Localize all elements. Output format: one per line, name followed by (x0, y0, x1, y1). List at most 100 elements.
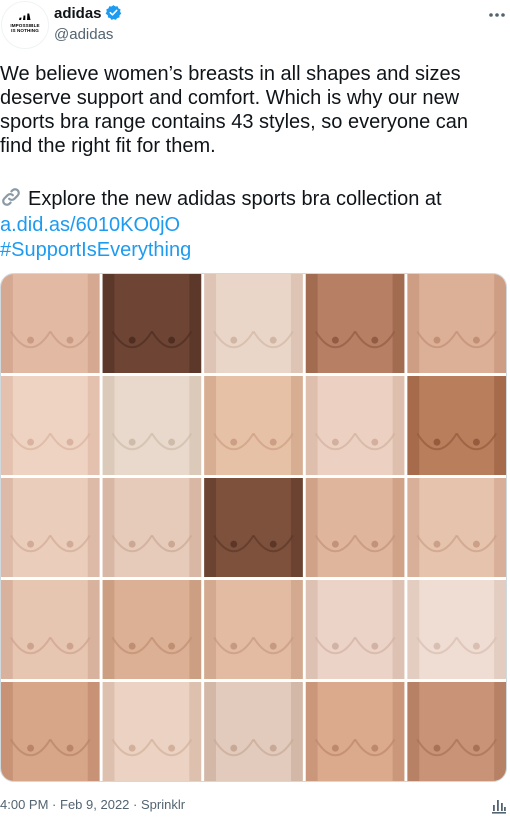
tile-dot (128, 744, 136, 752)
photo-tile[interactable] (1, 682, 100, 781)
tile-shade-right (494, 682, 506, 781)
photo-tile[interactable] (204, 274, 303, 373)
tile-dot (168, 744, 176, 752)
tile-dot (168, 438, 176, 446)
tile-shade-right (392, 478, 405, 577)
tile-shade-left (102, 682, 115, 781)
tile-shade-right (494, 478, 506, 577)
photo-tile[interactable] (1, 478, 100, 577)
tile-background (305, 274, 405, 373)
photo-tile[interactable] (407, 376, 506, 475)
photo-tile[interactable] (204, 478, 303, 577)
tile-shade-left (102, 478, 115, 577)
tile-dot (128, 438, 136, 446)
tile-shade-left (407, 580, 420, 679)
tile-background (305, 478, 405, 577)
photo-tile[interactable] (305, 376, 405, 475)
tile-background (102, 478, 202, 577)
tile-background (407, 274, 506, 373)
tile-background (407, 478, 506, 577)
photo-tile[interactable] (102, 580, 202, 679)
photo-tile[interactable] (305, 580, 405, 679)
handle[interactable]: @adidas (54, 25, 122, 44)
tile-dot (472, 744, 480, 752)
link-icon (2, 188, 20, 206)
tile-dot (128, 540, 136, 548)
tile-shade-right (87, 580, 100, 679)
tile-background (1, 274, 100, 373)
tweet-time[interactable]: 4:00 PM (0, 797, 48, 812)
tile-shade-right (392, 274, 405, 373)
tile-dot (472, 336, 480, 344)
tile-shade-left (204, 682, 217, 781)
photo-tile[interactable] (305, 682, 405, 781)
tile-shade-left (1, 376, 13, 475)
explore-text: Explore the new adidas sports bra collec… (28, 188, 442, 210)
tile-shade-left (305, 580, 318, 679)
photo-tile[interactable] (1, 274, 100, 373)
tile-shade-left (407, 274, 420, 373)
explore-line: Explore the new adidas sports bra collec… (0, 186, 506, 211)
tile-background (407, 580, 506, 679)
more-options-icon[interactable] (484, 4, 510, 26)
tile-background (305, 580, 405, 679)
image-collage[interactable] (1, 274, 506, 781)
tile-dot (230, 540, 238, 548)
tweet-image[interactable] (0, 273, 507, 782)
tile-background (102, 580, 202, 679)
tweet-meta: 4:00 PM · Feb 9, 2022 · Sprinklr (0, 796, 185, 814)
tile-shade-right (290, 274, 303, 373)
tile-dot (269, 744, 277, 752)
tile-dot (472, 642, 480, 650)
tile-shade-right (290, 376, 303, 475)
tile-shade-right (290, 580, 303, 679)
analytics-icon[interactable] (490, 797, 508, 815)
photo-tile[interactable] (204, 580, 303, 679)
tile-dot (371, 336, 379, 344)
photo-tile[interactable] (102, 682, 202, 781)
tweet-date[interactable]: Feb 9, 2022 (60, 797, 129, 812)
tile-shade-left (407, 478, 420, 577)
photo-tile[interactable] (407, 478, 506, 577)
hashtag-link[interactable]: #SupportIsEverything (0, 238, 191, 262)
tile-dot (27, 744, 35, 752)
tile-shade-right (494, 376, 506, 475)
tile-shade-right (189, 478, 202, 577)
photo-tile[interactable] (102, 274, 202, 373)
tile-background (204, 580, 303, 679)
display-name[interactable]: adidas (54, 4, 122, 23)
photo-tile[interactable] (407, 580, 506, 679)
photo-tile[interactable] (305, 274, 405, 373)
display-name-text[interactable]: adidas (54, 5, 102, 22)
photo-tile[interactable] (204, 682, 303, 781)
tweet-source[interactable]: Sprinklr (141, 797, 185, 812)
tile-background (1, 580, 100, 679)
tweet-body: We believe women’s breasts in all shapes… (0, 63, 469, 157)
photo-tile[interactable] (305, 478, 405, 577)
photo-tile[interactable] (407, 274, 506, 373)
tweet-header: IMPOSSIBLE IS NOTHING adidas @adidas (0, 0, 510, 52)
photo-tile[interactable] (407, 682, 506, 781)
tile-dot (371, 438, 379, 446)
photo-tile[interactable] (1, 580, 100, 679)
tile-dot (27, 540, 35, 548)
tile-background (1, 682, 100, 781)
tile-dot (433, 336, 441, 344)
photo-tile[interactable] (102, 478, 202, 577)
tile-dot (269, 540, 277, 548)
avatar[interactable]: IMPOSSIBLE IS NOTHING (1, 1, 49, 49)
photo-tile[interactable] (1, 376, 100, 475)
tile-background (1, 376, 100, 475)
tile-shade-left (305, 376, 318, 475)
tile-dot (66, 336, 74, 344)
tile-shade-left (1, 580, 13, 679)
tile-dot (472, 438, 480, 446)
tile-shade-left (1, 478, 13, 577)
photo-tile[interactable] (204, 376, 303, 475)
tile-dot (168, 336, 176, 344)
tile-shade-right (189, 580, 202, 679)
collection-link[interactable]: a.did.as/6010KO0jO (0, 213, 180, 237)
tile-shade-left (102, 376, 115, 475)
tile-dot (371, 744, 379, 752)
photo-tile[interactable] (102, 376, 202, 475)
